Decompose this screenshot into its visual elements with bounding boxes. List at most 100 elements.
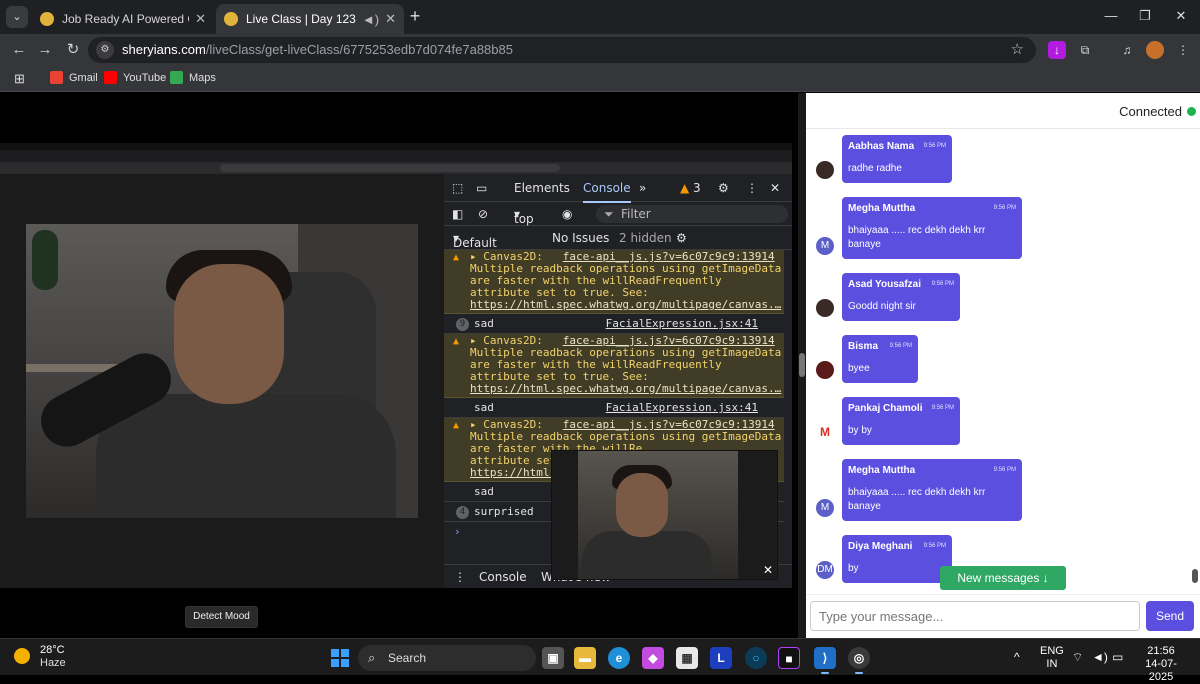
minimize-button[interactable]: — bbox=[1096, 6, 1126, 26]
settings-icon[interactable]: ⚙ bbox=[718, 181, 729, 195]
bookmark-maps[interactable]: Maps bbox=[170, 71, 216, 84]
edge-icon[interactable]: e bbox=[608, 647, 630, 669]
message-time: 9:56 PM bbox=[923, 143, 946, 149]
windows-start-icon[interactable] bbox=[331, 649, 349, 667]
show-hidden-icons[interactable]: ^ bbox=[1014, 650, 1020, 664]
warning-count[interactable]: 3 bbox=[693, 181, 701, 195]
chat-scrollbar[interactable] bbox=[1192, 569, 1198, 583]
file-explorer-icon[interactable]: ▬ bbox=[574, 647, 596, 669]
filter-icon: ⏷ bbox=[604, 207, 614, 221]
clear-console-icon[interactable]: ⊘ bbox=[478, 207, 488, 221]
console-filter-bar: ◧ ⊘ top ▾ ◉ ⏷ Filter bbox=[444, 202, 792, 226]
close-icon[interactable]: ✕ bbox=[761, 563, 775, 577]
spec-link[interactable]: https://html. bbox=[470, 466, 556, 479]
eye-icon[interactable]: ◉ bbox=[562, 207, 572, 221]
message-input[interactable] bbox=[810, 601, 1140, 631]
picture-in-picture-video[interactable]: ✕ bbox=[551, 450, 778, 580]
microsoft-store-icon[interactable]: ▦ bbox=[676, 647, 698, 669]
page-scrollbar[interactable] bbox=[798, 93, 806, 638]
language-indicator[interactable]: ENG IN bbox=[1040, 645, 1064, 671]
apps-icon[interactable]: ⊞ bbox=[14, 71, 25, 87]
bookmark-youtube[interactable]: YouTube bbox=[104, 71, 166, 84]
warning-icon: ▲ bbox=[453, 336, 460, 347]
avatar: M bbox=[816, 237, 834, 255]
browser-tab-strip: ⌄ Job Ready AI Powered Cohort: W ✕ Live … bbox=[0, 0, 1200, 34]
message-text: bhaiyaaa ..... rec dekh dekh krr banaye bbox=[848, 225, 986, 250]
tab-console[interactable]: Console bbox=[583, 181, 631, 203]
address-bar[interactable]: ⚙ sheryians.com/liveClass/get-liveClass/… bbox=[88, 37, 1036, 63]
forward-button[interactable]: → bbox=[34, 40, 56, 60]
close-window-button[interactable]: ✕ bbox=[1166, 6, 1196, 26]
avatar bbox=[816, 299, 834, 317]
browser-tab-cohort[interactable]: Job Ready AI Powered Cohort: W ✕ bbox=[32, 4, 214, 34]
bookmark-gmail[interactable]: Gmail bbox=[50, 71, 98, 84]
live-chat: Connected Aabhas Nama 9:56 PM radhe radhe M… bbox=[806, 93, 1200, 638]
drawer-tab-console[interactable]: Console bbox=[479, 570, 527, 584]
spec-link[interactable]: https://html.spec.whatwg.org/multipage/c… bbox=[470, 382, 781, 395]
bookmarks-bar: ⊞ Gmail YouTube Maps bbox=[0, 66, 1200, 92]
page-viewport: Detect Mood ⬚ ▭ Elements Console » ▲ 3 ⚙… bbox=[0, 93, 1200, 638]
close-icon[interactable]: ✕ bbox=[195, 11, 206, 27]
weather-widget[interactable]: 28°C Haze bbox=[14, 644, 66, 670]
site-info-icon[interactable]: ⚙ bbox=[96, 41, 114, 59]
send-button[interactable]: Send bbox=[1146, 601, 1194, 631]
audio-icon[interactable]: ◄) bbox=[362, 12, 379, 27]
tab-elements[interactable]: Elements bbox=[514, 181, 570, 195]
jetbrains-icon[interactable]: ■ bbox=[778, 647, 800, 669]
more-icon[interactable]: ⋮ bbox=[746, 181, 758, 195]
device-toggle-icon[interactable]: ▭ bbox=[476, 181, 487, 195]
drawer-menu-icon[interactable]: ⋮ bbox=[454, 570, 466, 584]
new-messages-button[interactable]: New messages ↓ bbox=[940, 566, 1066, 590]
message-bubble: Bisma 9:56 PM byee bbox=[842, 335, 918, 383]
bookmark-star-icon[interactable]: ☆ bbox=[1011, 37, 1024, 63]
context-select[interactable]: top ▾ bbox=[514, 207, 534, 226]
shared-browser-tabs bbox=[0, 150, 792, 162]
media-control-icon[interactable]: ♫ bbox=[1118, 41, 1136, 59]
chat-message: Aabhas Nama 9:56 PM radhe radhe bbox=[816, 135, 1176, 183]
detect-mood-button[interactable]: Detect Mood bbox=[185, 606, 258, 628]
task-view-icon[interactable]: ▣ bbox=[542, 647, 564, 669]
issues-count[interactable]: No Issues bbox=[552, 231, 609, 245]
console-settings-icon[interactable]: ⚙ bbox=[676, 231, 687, 245]
close-icon[interactable]: ✕ bbox=[770, 181, 780, 195]
wifi-icon[interactable]: ⌔ bbox=[1072, 650, 1083, 665]
profile-avatar[interactable] bbox=[1146, 41, 1164, 59]
l-app-icon[interactable]: L bbox=[710, 647, 732, 669]
source-link[interactable]: FacialExpression.jsx:41 bbox=[606, 314, 758, 334]
chat-message: M Megha Muttha 9:56 PM bhaiyaaa ..... rec d… bbox=[816, 459, 1176, 521]
chat-messages: Aabhas Nama 9:56 PM radhe radhe M Megha Mutt… bbox=[806, 129, 1200, 594]
chat-message: Asad Yousafzai 9:56 PM Goodd night sir bbox=[816, 273, 1176, 321]
levels-dropdown[interactable]: Default levels ▾ bbox=[453, 231, 497, 264]
inspect-icon[interactable]: ⬚ bbox=[452, 181, 463, 195]
source-link[interactable]: FacialExpression.jsx:41 bbox=[606, 398, 758, 418]
browser-tab-live-class[interactable]: Live Class | Day 123 | Starti ◄) ✕ bbox=[216, 4, 404, 34]
more-tabs-icon[interactable]: » bbox=[639, 181, 646, 195]
bookmark-label: Gmail bbox=[69, 71, 98, 84]
battery-icon[interactable]: ▭ bbox=[1112, 650, 1123, 664]
new-tab-button[interactable]: + bbox=[406, 6, 424, 26]
reload-button[interactable]: ↻ bbox=[62, 40, 84, 60]
chrome-icon[interactable]: ◎ bbox=[848, 647, 870, 674]
taskbar-search[interactable]: ⌕ Search bbox=[358, 645, 536, 671]
sidebar-toggle-icon[interactable]: ◧ bbox=[452, 207, 463, 221]
vscode-icon[interactable]: ⟩ bbox=[814, 647, 836, 674]
webcam-feed bbox=[26, 224, 418, 518]
message-bubble: Megha Muttha 9:56 PM bhaiyaaa ..... rec de… bbox=[842, 197, 1022, 259]
chat-message: Bisma 9:56 PM byee bbox=[816, 335, 1176, 383]
volume-icon[interactable]: ◄) bbox=[1092, 650, 1108, 664]
spec-link[interactable]: https://html.spec.whatwg.org/multipage/c… bbox=[470, 298, 781, 311]
close-icon[interactable]: ✕ bbox=[385, 11, 396, 27]
back-button[interactable]: ← bbox=[8, 40, 30, 60]
console-log: 9 sad FacialExpression.jsx:41 bbox=[444, 314, 784, 334]
maximize-button[interactable]: ❐ bbox=[1130, 6, 1160, 26]
shared-browser-address bbox=[0, 162, 792, 174]
message-text: radhe radhe bbox=[848, 163, 902, 174]
clock[interactable]: 21:56 14-07-2025 bbox=[1134, 645, 1188, 684]
alexa-icon[interactable]: ○ bbox=[745, 647, 767, 669]
extensions-icon[interactable]: ⧉ bbox=[1076, 41, 1094, 59]
copilot-icon[interactable]: ◆ bbox=[642, 647, 664, 669]
menu-icon[interactable]: ⋮ bbox=[1174, 41, 1192, 59]
tab-search-button[interactable]: ⌄ bbox=[6, 6, 28, 28]
download-extension-icon[interactable]: ↓ bbox=[1048, 41, 1066, 59]
avatar: M bbox=[816, 499, 834, 517]
